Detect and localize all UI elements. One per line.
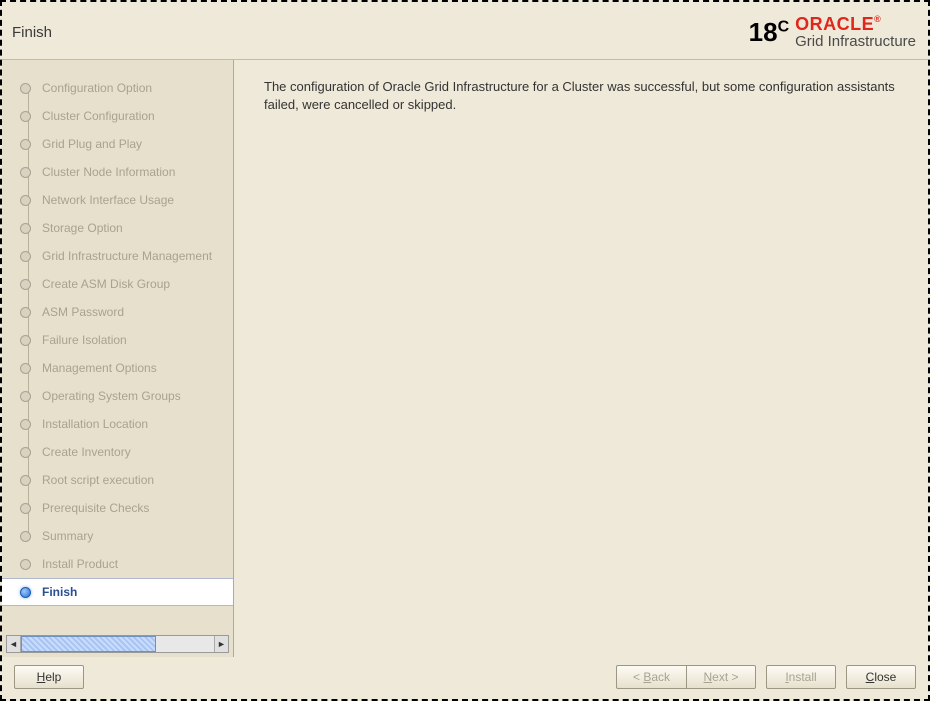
help-button[interactable]: Help (14, 665, 84, 689)
sidebar-step[interactable]: Cluster Node Information (2, 158, 233, 186)
step-label: Install Product (42, 557, 118, 571)
body: Configuration Option Cluster Configuratio… (2, 60, 928, 657)
logo-brand: ORACLE (795, 15, 916, 34)
next-button[interactable]: Next > (686, 665, 756, 689)
footer-right: < Back Next > Install Close (616, 665, 916, 689)
sidebar-step[interactable]: Summary (2, 522, 233, 550)
step-label: Grid Plug and Play (42, 137, 142, 151)
step-dot-icon (20, 195, 31, 206)
step-label: Cluster Node Information (42, 165, 175, 179)
sidebar-step[interactable]: Failure Isolation (2, 326, 233, 354)
sidebar-step[interactable]: Root script execution (2, 466, 233, 494)
main-content: The configuration of Oracle Grid Infrast… (234, 60, 928, 657)
sidebar-step[interactable]: Grid Infrastructure Management (2, 242, 233, 270)
logo: 18C ORACLE Grid Infrastructure (749, 15, 916, 50)
step-label: Failure Isolation (42, 333, 127, 347)
step-label: ASM Password (42, 305, 124, 319)
step-dot-icon (20, 475, 31, 486)
help-button-rest: elp (45, 670, 61, 684)
sidebar-step[interactable]: Operating System Groups (2, 382, 233, 410)
sidebar-step[interactable]: Management Options (2, 354, 233, 382)
sidebar-step[interactable]: Create Inventory (2, 438, 233, 466)
step-dot-icon (20, 251, 31, 262)
sidebar-step[interactable]: Create ASM Disk Group (2, 270, 233, 298)
close-button[interactable]: Close (846, 665, 916, 689)
logo-version: 18C (749, 17, 789, 48)
sidebar-step[interactable]: Grid Plug and Play (2, 130, 233, 158)
scroll-left-icon[interactable]: ◄ (7, 636, 21, 652)
footer-left: Help (14, 665, 84, 689)
step-dot-icon (20, 111, 31, 122)
sidebar-step[interactable]: ASM Password (2, 298, 233, 326)
step-label: Installation Location (42, 417, 148, 431)
step-label: Operating System Groups (42, 389, 181, 403)
step-label: Storage Option (42, 221, 123, 235)
sidebar-step[interactable]: Configuration Option (2, 74, 233, 102)
step-dot-icon (20, 503, 31, 514)
step-dot-icon (20, 223, 31, 234)
step-dot-icon (20, 447, 31, 458)
step-label: Configuration Option (42, 81, 152, 95)
step-dot-icon (20, 531, 31, 542)
scroll-right-icon[interactable]: ► (214, 636, 228, 652)
status-message: The configuration of Oracle Grid Infrast… (264, 78, 898, 114)
step-dot-icon (20, 419, 31, 430)
step-dot-icon (20, 335, 31, 346)
back-button[interactable]: < Back (616, 665, 686, 689)
scroll-thumb[interactable] (21, 636, 156, 652)
sidebar-step[interactable]: Prerequisite Checks (2, 494, 233, 522)
header: Finish 18C ORACLE Grid Infrastructure (2, 2, 928, 60)
step-list: Configuration Option Cluster Configuratio… (2, 60, 233, 635)
step-dot-icon (20, 139, 31, 150)
sidebar-step[interactable]: Install Product (2, 550, 233, 578)
sidebar: Configuration Option Cluster Configuratio… (2, 60, 234, 657)
step-dot-icon (20, 279, 31, 290)
step-label: Root script execution (42, 473, 154, 487)
sidebar-step[interactable]: Cluster Configuration (2, 102, 233, 130)
sidebar-step[interactable]: Storage Option (2, 214, 233, 242)
horizontal-scrollbar[interactable]: ◄ ► (6, 635, 229, 653)
step-dot-icon (20, 559, 31, 570)
step-label: Grid Infrastructure Management (42, 249, 212, 263)
footer: Help < Back Next > Install Close (2, 657, 928, 699)
step-label: Management Options (42, 361, 157, 375)
install-button[interactable]: Install (766, 665, 836, 689)
step-dot-icon (20, 587, 31, 598)
step-dot-icon (20, 363, 31, 374)
step-label: Prerequisite Checks (42, 501, 149, 515)
sidebar-step[interactable]: Installation Location (2, 410, 233, 438)
logo-product: Grid Infrastructure (795, 34, 916, 50)
step-label: Create Inventory (42, 445, 131, 459)
sidebar-step[interactable]: Network Interface Usage (2, 186, 233, 214)
step-dot-icon (20, 391, 31, 402)
installer-window: Finish 18C ORACLE Grid Infrastructure Co… (2, 2, 928, 699)
page-title: Finish (12, 24, 52, 41)
step-label: Network Interface Usage (42, 193, 174, 207)
step-dot-icon (20, 83, 31, 94)
sidebar-step[interactable]: Finish (2, 578, 233, 606)
step-label: Create ASM Disk Group (42, 277, 170, 291)
step-label: Summary (42, 529, 93, 543)
step-dot-icon (20, 167, 31, 178)
step-label: Cluster Configuration (42, 109, 155, 123)
step-label: Finish (42, 585, 77, 599)
nav-buttons: < Back Next > (616, 665, 756, 689)
step-dot-icon (20, 307, 31, 318)
scroll-track[interactable] (21, 636, 214, 652)
